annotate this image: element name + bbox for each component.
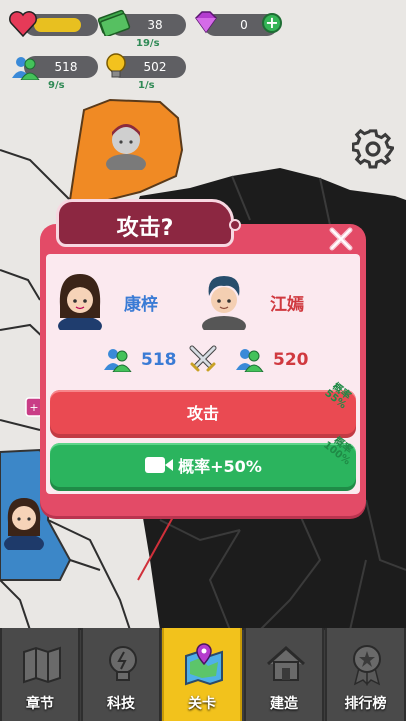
nav-item-chapters[interactable]: 章节 (0, 628, 80, 721)
map-icon (23, 646, 61, 684)
house-icon (267, 645, 305, 681)
close-button[interactable] (326, 227, 356, 253)
player-power: 518 (141, 350, 177, 370)
svg-text:+: + (29, 401, 38, 414)
enemy-troops-icon (236, 349, 264, 372)
player-troops-icon (104, 349, 132, 372)
enemy-power: 520 (273, 350, 309, 370)
idea-rate: 1/s (138, 80, 155, 91)
attack-button-label: 攻击 (186, 404, 219, 423)
plus-icon: + (265, 13, 279, 32)
dialog-title: 攻击? (116, 216, 174, 241)
health-bar-fill (34, 18, 81, 32)
watch-video-bonus-button[interactable]: 概率+50% (50, 443, 356, 487)
nav-label-leaderboard: 排行榜 (344, 696, 387, 712)
elder-avatar-icon (106, 124, 146, 174)
nav-item-leaderboard[interactable]: 排行榜 (325, 628, 406, 721)
nav-item-build[interactable]: 建造 (244, 628, 324, 721)
female-portrait-icon (58, 274, 102, 336)
nav-label-tech: 科技 (107, 696, 135, 712)
medal-icon (353, 645, 381, 686)
people-icon (12, 57, 40, 80)
video-camera-icon (145, 457, 174, 473)
population-value: 518 (54, 60, 78, 74)
cash-icon (97, 9, 131, 36)
nav-item-tech[interactable]: 科技 (81, 628, 161, 721)
nav-label-levels: 关卡 (188, 696, 216, 712)
cash-value: 38 (147, 18, 163, 32)
heart-icon (9, 11, 37, 38)
player-avatar (56, 270, 104, 336)
add-gem-button[interactable]: + (262, 13, 282, 33)
nav-item-levels[interactable]: 关卡 (162, 628, 242, 721)
enemy-name: 江嫣 (270, 295, 304, 315)
lightbulb-icon (106, 53, 126, 78)
gem-icon (195, 11, 217, 34)
close-icon (329, 227, 353, 251)
lightbulb-icon (109, 646, 137, 681)
level-map-icon (185, 643, 223, 686)
map-avatar-enemy[interactable] (104, 118, 148, 174)
settings-gear-icon[interactable] (352, 128, 394, 170)
video-bonus-label: 概率+50% (178, 457, 262, 476)
cash-rate: 19/s (136, 38, 160, 49)
attack-button[interactable]: 攻击 (50, 390, 356, 434)
idea-value: 502 (143, 60, 167, 74)
gem-value: 0 (240, 18, 248, 32)
enemy-avatar (200, 270, 248, 336)
crossed-swords-icon (189, 345, 217, 372)
male-portrait-icon (202, 276, 246, 336)
nav-label-build: 建造 (270, 696, 298, 712)
population-rate: 9/s (48, 80, 65, 91)
nav-label-chapters: 章节 (26, 696, 54, 712)
player-name: 康梓 (124, 295, 158, 315)
